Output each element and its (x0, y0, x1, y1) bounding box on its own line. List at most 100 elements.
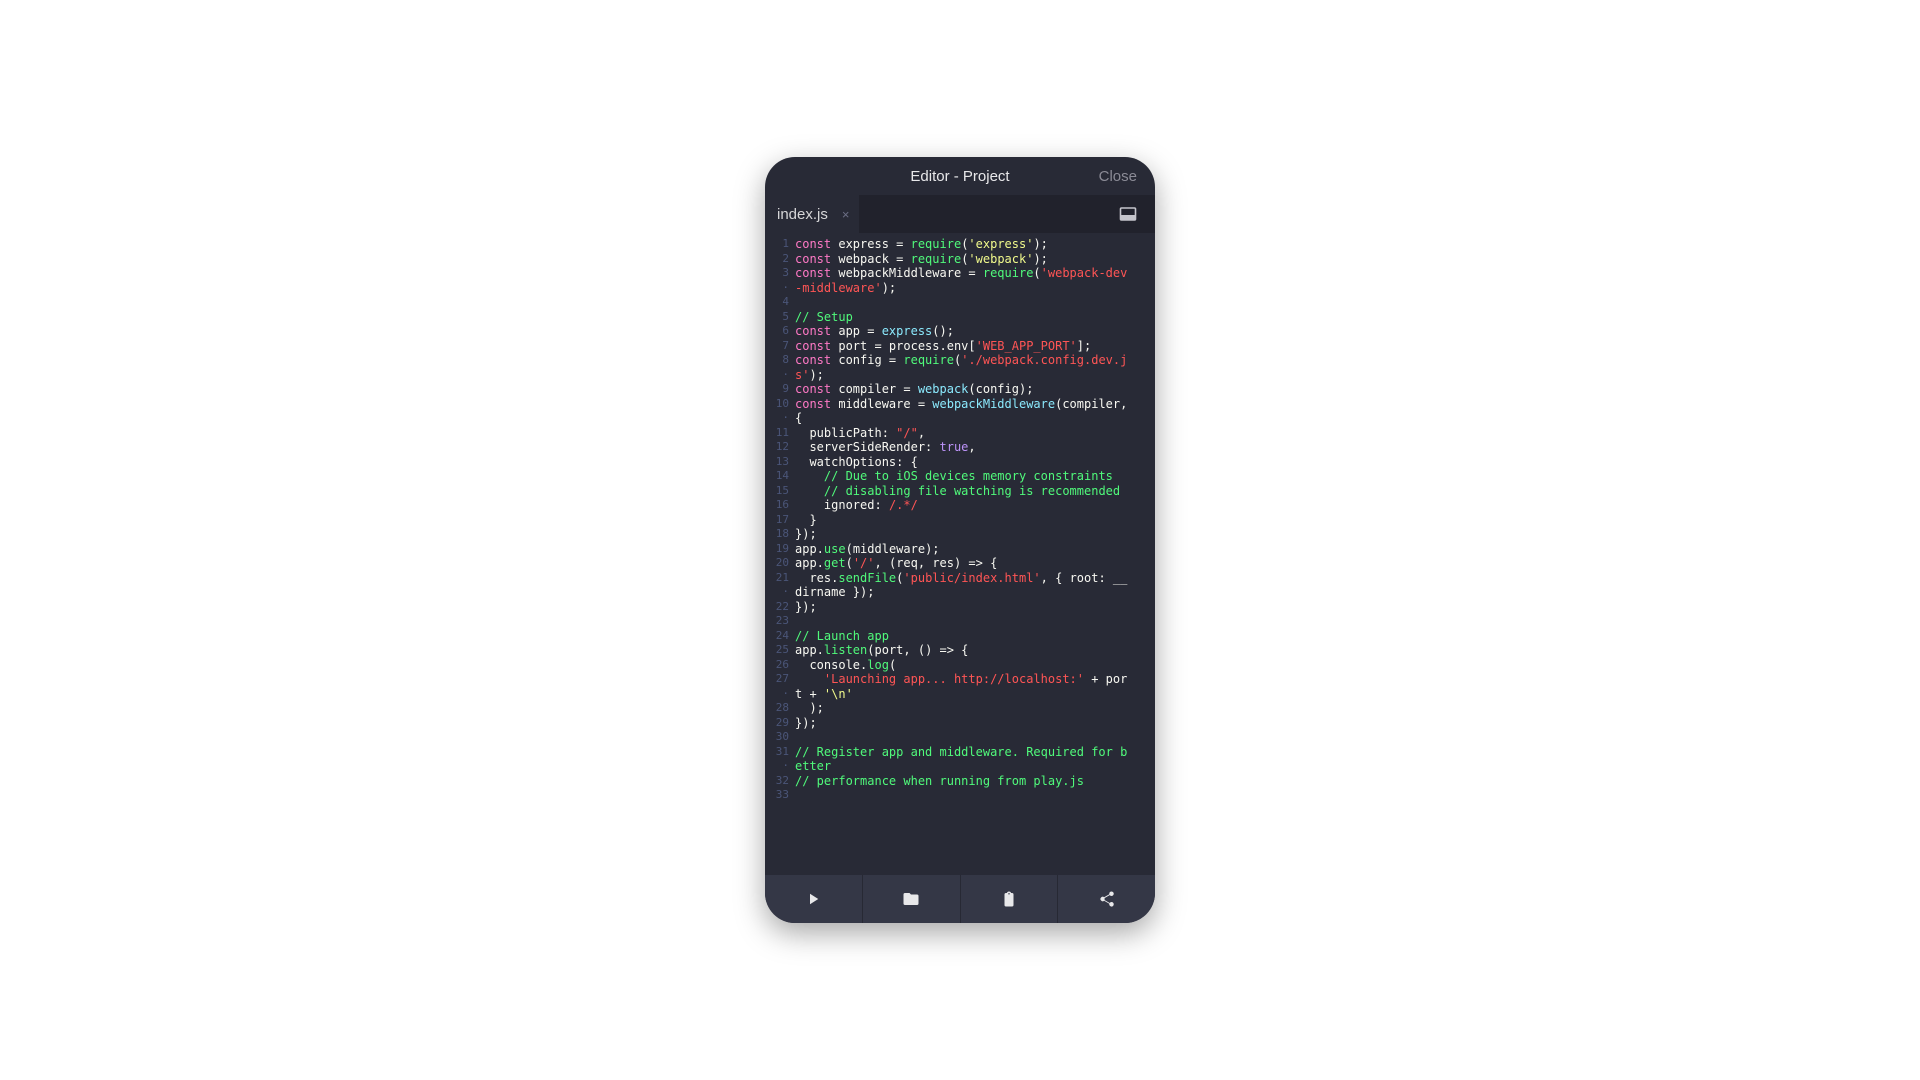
device-frame: Editor - Project Close index.js × 123·45… (765, 157, 1155, 923)
line-number: 33 (765, 788, 789, 803)
code-line (795, 295, 1151, 310)
code-line (795, 788, 1151, 803)
line-number: 22 (765, 600, 789, 615)
code-line: { (795, 411, 1151, 426)
header-bar: Editor - Project Close (765, 157, 1155, 195)
line-number: · (765, 281, 789, 296)
line-number: 28 (765, 701, 789, 716)
code-line: // performance when running from play.js (795, 774, 1151, 789)
line-number: 11 (765, 426, 789, 441)
close-button-label: Close (1099, 168, 1137, 185)
code-content: const express = require('express');const… (795, 237, 1155, 875)
line-number: 5 (765, 310, 789, 325)
folder-icon (902, 890, 920, 908)
code-line: // Due to iOS devices memory constraints (795, 469, 1151, 484)
tab-bar: index.js × (765, 195, 1155, 233)
code-line: }); (795, 600, 1151, 615)
line-number-gutter: 123·45678·910·1112131415161718192021·222… (765, 237, 795, 875)
code-line: serverSideRender: true, (795, 440, 1151, 455)
code-line: dirname }); (795, 585, 1151, 600)
line-number: 2 (765, 252, 789, 267)
line-number: 30 (765, 730, 789, 745)
code-line: // Register app and middleware. Required… (795, 745, 1151, 760)
line-number: · (765, 411, 789, 426)
line-number: 15 (765, 484, 789, 499)
line-number: 23 (765, 614, 789, 629)
code-line: }); (795, 527, 1151, 542)
line-number: · (765, 368, 789, 383)
code-line: s'); (795, 368, 1151, 383)
line-number: 27 (765, 672, 789, 687)
tab-label: index.js (777, 206, 828, 223)
code-line: } (795, 513, 1151, 528)
line-number: 31 (765, 745, 789, 760)
code-line: const app = express(); (795, 324, 1151, 339)
close-icon[interactable]: × (842, 207, 850, 222)
line-number: 14 (765, 469, 789, 484)
code-line: const config = require('./webpack.config… (795, 353, 1151, 368)
code-line: const webpackMiddleware = require('webpa… (795, 266, 1151, 281)
line-number: 8 (765, 353, 789, 368)
code-editor[interactable]: 123·45678·910·1112131415161718192021·222… (765, 233, 1155, 875)
line-number: 3 (765, 266, 789, 281)
code-line: ); (795, 701, 1151, 716)
code-line: // disabling file watching is recommende… (795, 484, 1151, 499)
line-number: 24 (765, 629, 789, 644)
tab-indexjs[interactable]: index.js × (765, 195, 859, 233)
line-number: 16 (765, 498, 789, 513)
line-number: 1 (765, 237, 789, 252)
line-number: 19 (765, 542, 789, 557)
clipboard-button[interactable] (961, 875, 1059, 923)
code-line (795, 614, 1151, 629)
code-line: -middleware'); (795, 281, 1151, 296)
line-number: 25 (765, 643, 789, 658)
line-number: · (765, 687, 789, 702)
code-line: t + '\n' (795, 687, 1151, 702)
line-number: 10 (765, 397, 789, 412)
line-number: 17 (765, 513, 789, 528)
run-button[interactable] (765, 875, 863, 923)
clipboard-icon (1000, 890, 1018, 908)
line-number: 29 (765, 716, 789, 731)
code-line: const compiler = webpack(config); (795, 382, 1151, 397)
play-icon (804, 890, 822, 908)
code-line: // Launch app (795, 629, 1151, 644)
code-line: // Setup (795, 310, 1151, 325)
line-number: 26 (765, 658, 789, 673)
code-line: app.use(middleware); (795, 542, 1151, 557)
code-line: res.sendFile('public/index.html', { root… (795, 571, 1151, 586)
line-number: 12 (765, 440, 789, 455)
bottom-toolbar (765, 875, 1155, 923)
close-button[interactable]: Close (1099, 157, 1137, 195)
code-line: const webpack = require('webpack'); (795, 252, 1151, 267)
page-title: Editor - Project (910, 168, 1009, 185)
line-number: 13 (765, 455, 789, 470)
share-button[interactable] (1058, 875, 1155, 923)
code-line: app.get('/', (req, res) => { (795, 556, 1151, 571)
line-number: 7 (765, 339, 789, 354)
code-line: publicPath: "/", (795, 426, 1151, 441)
code-line: ignored: /.*/ (795, 498, 1151, 513)
code-line: etter (795, 759, 1151, 774)
code-line: console.log( (795, 658, 1151, 673)
line-number: 9 (765, 382, 789, 397)
code-line: const port = process.env['WEB_APP_PORT']… (795, 339, 1151, 354)
line-number: 18 (765, 527, 789, 542)
share-icon (1098, 890, 1116, 908)
panel-toggle-button[interactable] (1109, 195, 1147, 233)
code-line (795, 730, 1151, 745)
line-number: 21 (765, 571, 789, 586)
code-line: const middleware = webpackMiddleware(com… (795, 397, 1151, 412)
line-number: 20 (765, 556, 789, 571)
line-number: 4 (765, 295, 789, 310)
line-number: · (765, 759, 789, 774)
code-line: }); (795, 716, 1151, 731)
line-number: · (765, 585, 789, 600)
code-line: watchOptions: { (795, 455, 1151, 470)
code-line: const express = require('express'); (795, 237, 1151, 252)
files-button[interactable] (863, 875, 961, 923)
panel-toggle-icon (1119, 205, 1137, 223)
line-number: 6 (765, 324, 789, 339)
line-number: 32 (765, 774, 789, 789)
code-line: app.listen(port, () => { (795, 643, 1151, 658)
